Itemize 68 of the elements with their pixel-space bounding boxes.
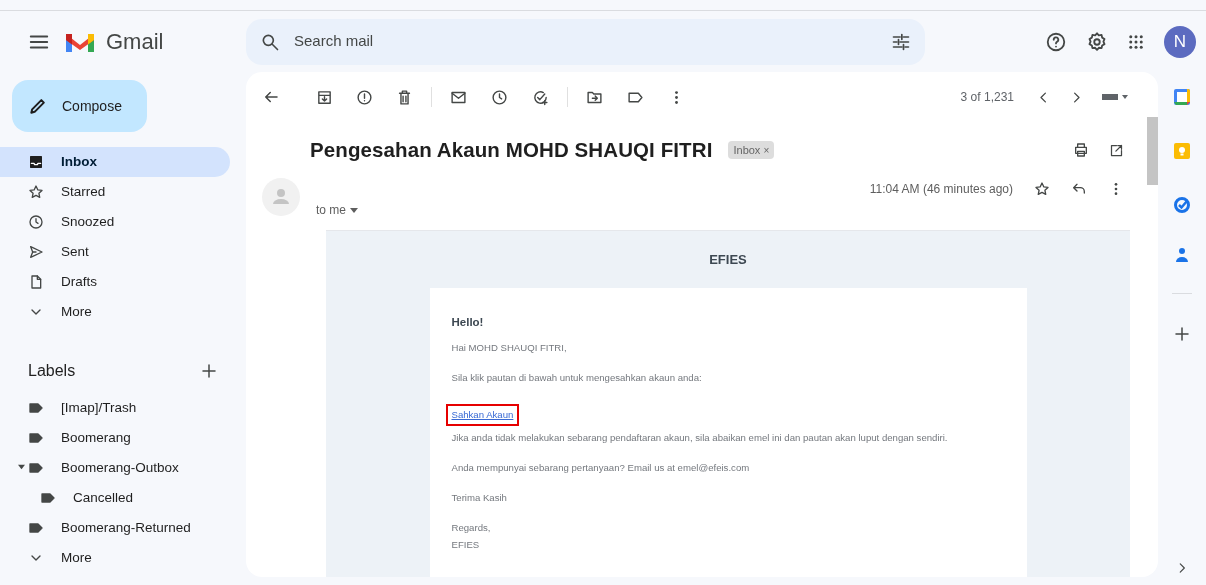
nav-item[interactable]: More [0,297,230,327]
help-icon[interactable] [1045,30,1067,53]
nav-item[interactable]: Snoozed [0,207,230,237]
clock-icon [28,214,44,230]
apps-icon[interactable] [1127,32,1145,51]
label-tag-icon [28,520,44,536]
label-tag-icon [40,490,56,506]
inbox-label-chip: Inbox × [728,140,775,160]
filter-options-icon[interactable] [891,31,911,52]
scrollbar-thumb[interactable] [1147,117,1158,185]
timestamp: 11:04 AM (46 minutes ago) [869,181,1013,198]
email-greeting: Hello! [451,315,485,330]
report-spam-icon[interactable] [356,88,373,106]
label-item[interactable]: Cancelled [0,483,230,513]
star-icon[interactable] [1034,181,1050,197]
email-paragraph: Hai MOHD SHAUQI FITRI, [451,341,568,355]
sender-avatar-icon [262,178,300,216]
email-paragraph: Jika anda tidak melakukan sebarang pendaftaran akaun, sila abaikan emel ini dan pautan akan luput dengan sendiri. [451,431,949,445]
inbox-icon [28,154,44,170]
add-icon[interactable] [1173,325,1191,343]
pencil-icon [28,96,48,116]
avatar[interactable]: N [1164,25,1196,58]
nav-item[interactable]: Sent [0,237,230,267]
add-task-icon[interactable] [532,88,549,106]
star-icon [28,184,44,200]
expand-arrow-icon[interactable] [18,463,25,470]
person-icon[interactable] [1174,247,1190,263]
label-tag-icon [28,400,44,416]
task-check-icon[interactable] [1174,197,1190,213]
remove-label-icon[interactable]: × [763,142,770,158]
recipient-dropdown[interactable]: to me [316,201,358,219]
app-name: Gmail [106,28,164,56]
label-tag-icon [28,460,44,476]
email-signature: Regards, [451,521,492,535]
label-tag-icon [28,430,44,446]
email-paragraph: Sila klik pautan di bawah untuk mengesahkan akaun anda: [451,371,703,385]
send-icon [28,244,44,260]
email-subject: Pengesahan Akaun MOHD SHAUQI FITRI [310,136,713,163]
email-paragraph: Terima Kasih [451,491,508,505]
pagination-count: 3 of 1,231 [960,89,1014,106]
email-signature: EFIES [451,538,481,552]
settings-icon[interactable] [1086,30,1108,53]
delete-icon[interactable] [396,88,413,106]
search-input[interactable]: Search mail [294,30,877,53]
archive-icon[interactable] [316,88,333,106]
label-item[interactable]: Boomerang-Returned [0,513,230,543]
keyboard-icon[interactable] [1102,92,1128,102]
email-paragraph: Anda mempunyai sebarang pertanyaan? Email us at emel@efeis.com [451,461,751,475]
label-item[interactable]: Boomerang [0,423,230,453]
verify-account-link[interactable]: Sahkan Akaun [445,404,520,427]
label-item[interactable]: [Imap]/Trash [0,393,230,423]
label-item[interactable]: Boomerang-Outbox [0,453,230,483]
document-icon [28,274,44,290]
nav-item[interactable]: Starred [0,177,230,207]
print-icon[interactable] [1073,142,1089,158]
compose-button[interactable]: Compose [12,80,147,132]
open-in-new-window-icon[interactable] [1109,142,1124,158]
calendar-icon[interactable] [1174,89,1190,105]
email-brand-heading: EFIES [709,250,747,269]
add-label-icon[interactable] [200,362,218,380]
label-item[interactable]: More [0,543,230,573]
caret-icon [350,207,358,213]
nav-item[interactable]: Drafts [0,267,230,297]
labels-heading: Labels [28,361,76,381]
clock-icon[interactable] [491,88,508,106]
nav-item[interactable]: Inbox [0,147,230,177]
search-field[interactable]: Search mail [246,18,925,65]
reply-icon[interactable] [1071,181,1087,197]
